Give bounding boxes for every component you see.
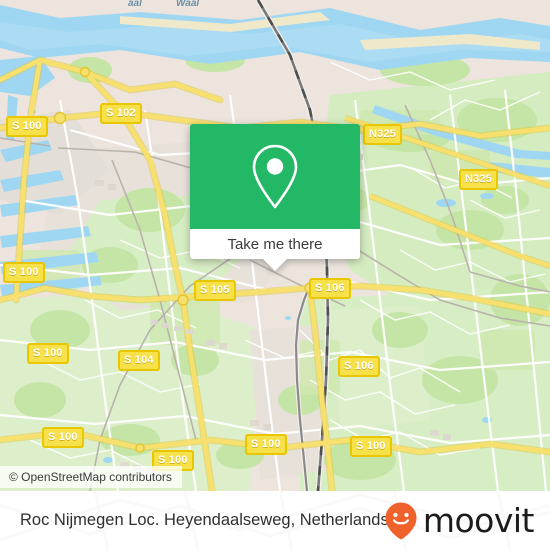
road-shield-s102[interactable]: S 102 [100,103,142,124]
location-pin-icon [252,144,298,208]
road-shield-s104[interactable]: S 104 [118,350,160,371]
road-shield-s100[interactable]: S 100 [3,262,45,283]
take-me-there-button[interactable]: Take me there [190,229,360,259]
water-label: aal [128,0,142,9]
map-screenshot: aal Waal S 100 S 102 N325 N325 S 100 S 1… [0,0,550,550]
road-shield-s100[interactable]: S 100 [27,343,69,364]
road-shield-s106[interactable]: S 106 [338,356,380,377]
moovit-wordmark: moovit [422,501,535,540]
place-title: Roc Nijmegen Loc. Heyendaalseweg, Nether… [20,511,389,529]
footer-bar: Roc Nijmegen Loc. Heyendaalseweg, Nether… [0,491,550,550]
water-label: Waal [176,0,200,9]
road-shield-s105[interactable]: S 105 [194,280,236,301]
map-canvas[interactable]: aal Waal S 100 S 102 N325 N325 S 100 S 1… [0,0,550,491]
moovit-pin-icon [385,502,417,539]
road-shield-n325[interactable]: N325 [363,124,403,145]
road-shield-s100[interactable]: S 100 [42,427,84,448]
popup-pointer [263,259,287,271]
take-me-there-label: Take me there [227,235,323,253]
road-shield-s100[interactable]: S 100 [350,436,392,457]
moovit-logo[interactable]: moovit [382,501,535,541]
location-popup-card[interactable]: Take me there [190,124,360,271]
osm-attribution[interactable]: © OpenStreetMap contributors [0,466,182,488]
road-shield-n325[interactable]: N325 [459,169,499,190]
road-shield-s100[interactable]: S 100 [6,116,48,137]
road-shield-s106[interactable]: S 106 [309,278,351,299]
popup-header [190,124,360,229]
road-shield-s100[interactable]: S 100 [245,434,287,455]
